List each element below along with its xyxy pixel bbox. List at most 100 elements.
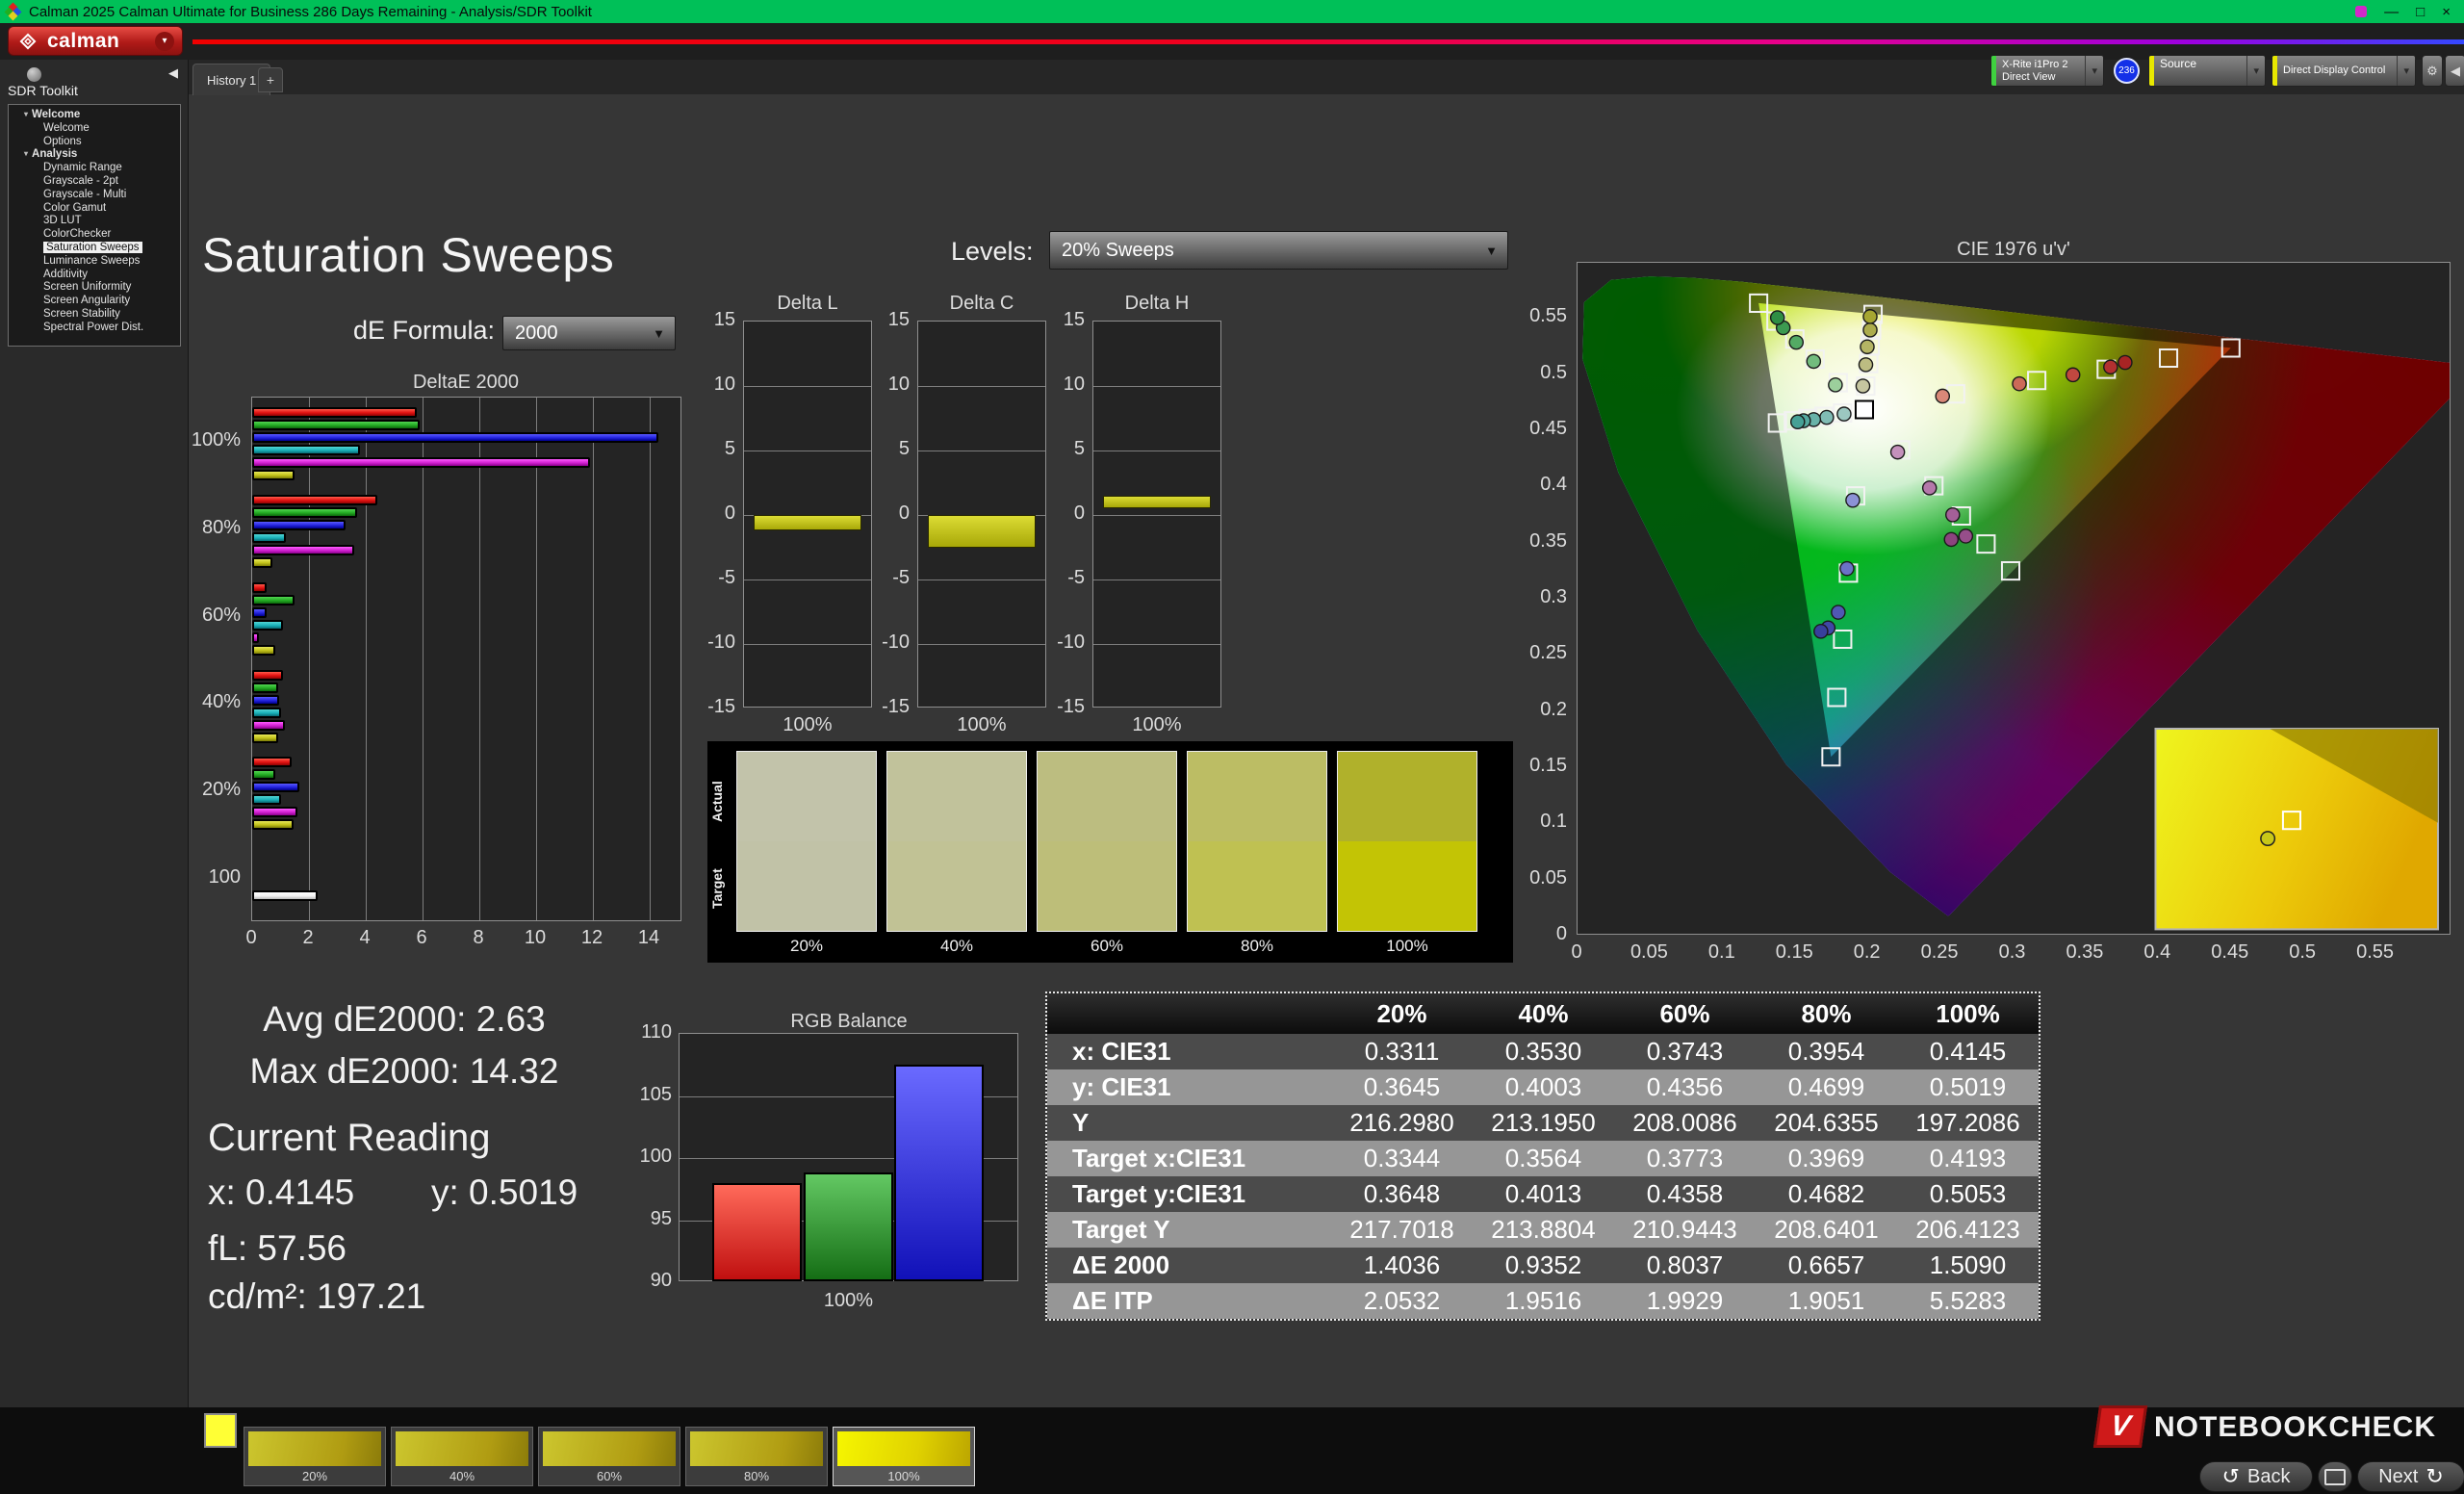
color-patch-button[interactable]: [204, 1413, 237, 1448]
calman-menu-button[interactable]: calman ▾: [8, 26, 183, 56]
cie-x-tick: 0.3: [1999, 941, 2026, 964]
deltae-bar-magenta: [252, 545, 354, 555]
cie-y-tick: 0: [1509, 923, 1567, 945]
table-column-header: 20%: [1331, 993, 1473, 1034]
deltae-x-tick: 8: [473, 927, 483, 949]
preview-thumbnail-60%[interactable]: 60%: [538, 1427, 680, 1486]
add-tab-button[interactable]: +: [258, 67, 283, 92]
meter-count-badge[interactable]: 236: [2114, 58, 2140, 84]
cie-x-tick: 0.1: [1708, 941, 1735, 964]
table-value-cell: 0.3564: [1473, 1141, 1614, 1176]
notebookcheck-logo-icon: V: [2093, 1405, 2147, 1448]
tree-item-spectral-power-dist-[interactable]: Spectral Power Dist.: [9, 322, 180, 335]
deltae-chart: [251, 397, 681, 921]
display-window-button[interactable]: [2318, 1461, 2352, 1492]
meter-dropdown[interactable]: X-Rite i1Pro 2 Direct View ▾: [1990, 55, 2104, 87]
table-value-cell: 0.4013: [1473, 1176, 1614, 1212]
tree-item-welcome[interactable]: Welcome: [9, 122, 180, 136]
measured-point-blue: [1814, 625, 1828, 638]
tree-item-additivity[interactable]: Additivity: [9, 269, 180, 282]
deltae-bar-magenta: [252, 807, 297, 817]
deltae-bar-cyan: [252, 445, 360, 455]
preview-thumbnail-40%[interactable]: 40%: [391, 1427, 533, 1486]
deltae-bar-cyan: [252, 708, 281, 718]
tree-item-screen-stability[interactable]: Screen Stability: [9, 308, 180, 322]
tree-item-screen-uniformity[interactable]: Screen Uniformity: [9, 281, 180, 295]
next-button[interactable]: Next ↻: [2357, 1461, 2464, 1492]
delta-h-title: Delta H: [1125, 293, 1190, 315]
tree-item-grayscale-2pt[interactable]: Grayscale - 2pt: [9, 175, 180, 189]
deltae-group-label: 20%: [135, 746, 241, 834]
deltae-bar-green: [252, 507, 357, 518]
close-button[interactable]: ×: [2442, 4, 2451, 20]
table-column-header: 80%: [1756, 993, 1897, 1034]
back-button[interactable]: ↺ Back: [2199, 1461, 2313, 1492]
table-row-label: Y: [1047, 1105, 1331, 1141]
tree-item-luminance-sweeps[interactable]: Luminance Sweeps: [9, 255, 180, 269]
deltae-bar-green: [252, 595, 295, 605]
deltae-bar-yellow: [252, 470, 295, 480]
tree-item-welcome[interactable]: ▾Welcome: [9, 109, 180, 122]
source-dropdown[interactable]: Source ▾: [2148, 55, 2266, 87]
swatch-actual-80%: [1188, 752, 1326, 841]
sidebar-collapse-button[interactable]: ◀: [168, 65, 178, 81]
tree-item-screen-angularity[interactable]: Screen Angularity: [9, 295, 180, 308]
measured-point-red: [2104, 360, 2118, 374]
delta-c-title: Delta C: [950, 293, 1014, 315]
workflow-tree: ▾WelcomeWelcomeOptions▾AnalysisDynamic R…: [8, 104, 181, 347]
measured-point-red: [1936, 389, 1949, 402]
table-row: Target Y217.7018213.8804210.9443208.6401…: [1047, 1212, 2039, 1248]
pin-button[interactable]: [27, 67, 41, 82]
tree-expand-icon[interactable]: ▾: [24, 108, 28, 121]
de-formula-select[interactable]: 2000 ▼: [502, 316, 676, 350]
levels-select[interactable]: 20% Sweeps ▼: [1049, 231, 1508, 270]
saturation-data-table[interactable]: 20%40%60%80%100%x: CIE310.33110.35300.37…: [1045, 992, 2040, 1321]
tree-item-saturation-sweeps[interactable]: Saturation Sweeps: [9, 242, 180, 255]
delta_c-y-tick: -10: [865, 631, 910, 654]
tree-item-options[interactable]: Options: [9, 136, 180, 149]
tree-item-grayscale-multi[interactable]: Grayscale - Multi: [9, 189, 180, 202]
delta_h-y-tick: -10: [1040, 631, 1085, 654]
table-value-cell: 0.3344: [1331, 1141, 1473, 1176]
preview-thumbnail-80%[interactable]: 80%: [685, 1427, 828, 1486]
measured-point-magenta: [1944, 532, 1958, 546]
max-de-stat: Max dE2000: 14.32: [202, 1051, 606, 1092]
grid-line: [918, 644, 1045, 645]
tree-item-color-gamut[interactable]: Color Gamut: [9, 202, 180, 216]
minimize-button[interactable]: —: [2384, 4, 2399, 20]
swatch-target-100%: [1338, 841, 1476, 931]
swatch-40%: [886, 751, 1027, 932]
table-value-cell: 197.2086: [1897, 1105, 2039, 1141]
delta-h-chart: [1092, 321, 1221, 708]
tree-expand-icon[interactable]: ▾: [24, 147, 28, 161]
cie-x-tick: 0.15: [1776, 941, 1813, 964]
delta-l-xlabel: 100%: [743, 714, 872, 736]
grid-line: [650, 398, 651, 920]
table-value-cell: 206.4123: [1897, 1212, 2039, 1248]
tree-item-3d-lut[interactable]: 3D LUT: [9, 215, 180, 228]
grid-line: [1093, 644, 1220, 645]
tree-item-colorchecker[interactable]: ColorChecker: [9, 228, 180, 242]
chevron-down-icon: ▾: [2246, 56, 2265, 86]
delta_h-y-tick: 0: [1040, 502, 1085, 525]
tree-item-analysis[interactable]: ▾Analysis: [9, 148, 180, 162]
rgb-balance-xlabel: 100%: [679, 1290, 1018, 1312]
table-value-cell: 1.9516: [1473, 1283, 1614, 1319]
cie-x-tick: 0.35: [2066, 941, 2103, 964]
thumbnail-gradient: [837, 1431, 970, 1466]
settings-button[interactable]: ⚙: [2422, 55, 2443, 87]
table-value-cell: 0.3311: [1331, 1034, 1473, 1069]
thumbnail-label: 60%: [539, 1469, 680, 1483]
tree-item-dynamic-range[interactable]: Dynamic Range: [9, 162, 180, 175]
display-control-dropdown[interactable]: Direct Display Control ▾: [2272, 55, 2416, 87]
panel-collapse-button[interactable]: ◀: [2445, 55, 2464, 87]
preview-thumbnail-20%[interactable]: 20%: [244, 1427, 386, 1486]
deltae-bar-blue: [252, 607, 267, 618]
deltae-bar-green: [252, 683, 278, 693]
preview-thumbnail-100%[interactable]: 100%: [833, 1427, 975, 1486]
swatch-label: 20%: [736, 937, 877, 956]
cie-x-tick: 0.4: [2143, 941, 2170, 964]
maximize-button[interactable]: □: [2416, 4, 2425, 20]
deltae-x-tick: 2: [302, 927, 313, 949]
thumbnail-gradient: [248, 1431, 381, 1466]
